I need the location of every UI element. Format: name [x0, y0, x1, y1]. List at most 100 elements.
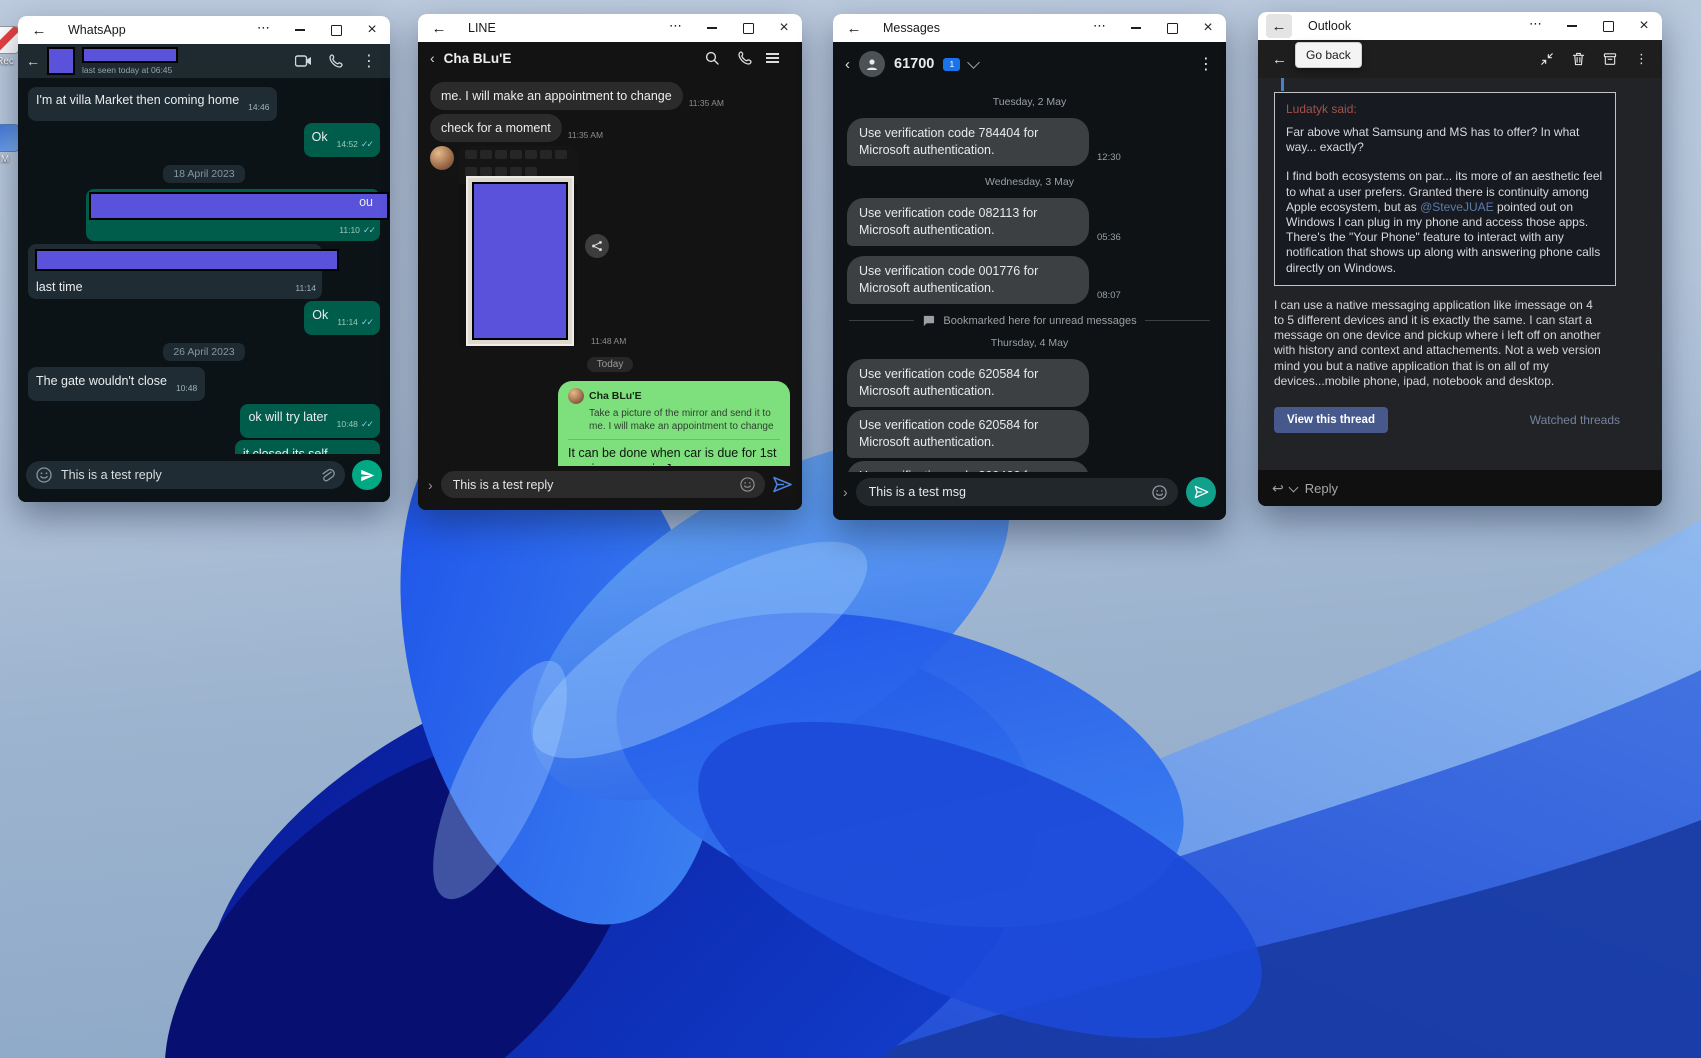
- minimize-button[interactable]: [1118, 14, 1154, 42]
- back-icon[interactable]: ←: [26, 18, 52, 42]
- person-icon[interactable]: [859, 51, 885, 77]
- message-time: 11:35 AM: [567, 130, 604, 140]
- message-input-field[interactable]: [855, 478, 1178, 506]
- send-button[interactable]: [352, 460, 382, 490]
- window-menu-button[interactable]: ⋯: [246, 16, 282, 42]
- line-composer: ›: [418, 466, 802, 510]
- back-icon[interactable]: ‹: [845, 56, 850, 73]
- chevron-down-icon[interactable]: [1288, 482, 1299, 492]
- expand-chevron-icon[interactable]: ›: [843, 484, 848, 500]
- read-ticks-icon: ✓✓: [362, 225, 376, 235]
- message-text: last time: [36, 279, 83, 294]
- back-icon[interactable]: ←: [426, 16, 452, 40]
- window-menu-button[interactable]: ⋯: [1518, 12, 1554, 38]
- message-text: Ok: [312, 307, 329, 322]
- message-time: 12:30: [1097, 152, 1121, 163]
- line-chat-header: ‹ Cha BLu'E: [418, 42, 802, 74]
- minimize-button[interactable]: [694, 14, 730, 42]
- outlook-window: ← Outlook ⋯ × Go back ← ⋮ Ludatyk said: …: [1258, 12, 1662, 506]
- message-meta: 14:46: [248, 102, 270, 112]
- back-icon[interactable]: ←: [1272, 51, 1287, 68]
- date-separator: 26 April 2023: [18, 343, 390, 361]
- contact-name: Cha BLu'E: [443, 50, 512, 66]
- messages-conversation-list: Tuesday, 2 May Use verification code 7844…: [833, 86, 1226, 472]
- contact-name: 61700: [894, 56, 935, 72]
- message-time: 05:36: [1097, 232, 1121, 243]
- message-text: The gate wouldn't close: [36, 373, 167, 388]
- reply-bar[interactable]: ↩ Reply: [1258, 470, 1662, 506]
- back-icon[interactable]: ←: [841, 16, 867, 40]
- message-text: ok will try later: [248, 410, 328, 424]
- emoji-icon[interactable]: [1152, 484, 1167, 500]
- read-ticks-icon: ✓✓: [360, 316, 374, 327]
- message-time: 11:35 AM: [688, 98, 724, 108]
- message-meta: 11:14: [295, 282, 316, 293]
- send-icon[interactable]: [773, 476, 792, 493]
- attach-icon[interactable]: [320, 468, 335, 483]
- share-button[interactable]: [585, 234, 609, 258]
- back-icon[interactable]: ←: [26, 53, 40, 69]
- date-separator: Tuesday, 2 May: [992, 96, 1067, 108]
- message-row: Use verification code 899466 for Microso…: [847, 461, 1212, 472]
- video-call-icon[interactable]: [290, 55, 316, 67]
- maximize-button[interactable]: [318, 16, 354, 44]
- archive-icon[interactable]: [1603, 52, 1617, 66]
- window-title: LINE: [468, 21, 496, 35]
- close-button[interactable]: ×: [1626, 12, 1662, 40]
- window-menu-button[interactable]: ⋯: [1082, 14, 1118, 40]
- reply-body-text: I can use a native messaging application…: [1274, 297, 1601, 388]
- kebab-menu-icon[interactable]: ⋮: [1198, 54, 1214, 74]
- minimize-button[interactable]: [1554, 12, 1590, 40]
- message-input[interactable]: [866, 484, 1144, 500]
- maximize-button[interactable]: [1590, 12, 1626, 40]
- back-icon[interactable]: ←: [1266, 14, 1292, 38]
- search-icon[interactable]: [700, 51, 724, 65]
- kebab-menu-icon[interactable]: ⋮: [1635, 51, 1648, 67]
- delete-icon[interactable]: [1572, 52, 1585, 66]
- expand-chevron-icon[interactable]: ›: [428, 477, 433, 493]
- back-icon[interactable]: ‹: [430, 50, 435, 66]
- incoming-message: Use verification code 784404 for Microso…: [847, 118, 1089, 166]
- messages-window: ← Messages ⋯ × ‹ 61700 1 ⋮ Tuesday, 2 Ma…: [833, 14, 1226, 520]
- message-row: Use verification code 082113 for Microso…: [847, 198, 1212, 246]
- collapse-icon[interactable]: [1540, 52, 1554, 66]
- view-thread-button[interactable]: View this thread: [1274, 407, 1388, 434]
- chevron-down-icon[interactable]: [967, 55, 981, 69]
- separator-line: [849, 320, 915, 321]
- message-text: it closed its self: [242, 446, 328, 455]
- photo-message[interactable]: [459, 146, 577, 348]
- close-button[interactable]: ×: [1190, 14, 1226, 42]
- watched-threads-link[interactable]: Watched threads: [1530, 413, 1620, 427]
- emoji-icon[interactable]: [740, 477, 755, 492]
- read-ticks-icon: ✓✓: [360, 138, 374, 149]
- message-input-field[interactable]: [440, 471, 765, 498]
- key-detail: [525, 166, 537, 176]
- voice-call-icon[interactable]: [323, 54, 349, 68]
- close-button[interactable]: ×: [766, 14, 802, 42]
- message-input[interactable]: [450, 476, 732, 493]
- accent-marker: [1281, 78, 1284, 91]
- maximize-button[interactable]: [1154, 14, 1190, 42]
- message-input[interactable]: [59, 467, 313, 483]
- redacted-avatar[interactable]: [47, 47, 75, 75]
- desktop: Rec M ← WhatsApp ⋯ × ← last seen today a…: [0, 0, 1701, 1058]
- user-mention-link[interactable]: @SteveJUAE: [1420, 200, 1494, 214]
- message-row: Use verification code 001776 for Microso…: [847, 256, 1212, 304]
- voice-call-icon[interactable]: [733, 51, 757, 65]
- emoji-icon[interactable]: [36, 467, 52, 483]
- quote-author: Ludatyk said:: [1286, 102, 1357, 116]
- minimize-button[interactable]: [282, 16, 318, 44]
- unread-badge: 1: [943, 57, 961, 71]
- maximize-button[interactable]: [730, 14, 766, 42]
- key-detail: [495, 166, 507, 176]
- close-button[interactable]: ×: [354, 16, 390, 44]
- kebab-menu-icon[interactable]: ⋮: [356, 51, 382, 71]
- send-button[interactable]: [1186, 477, 1216, 507]
- message-row: Use verification code 620584 for Microso…: [847, 410, 1212, 458]
- menu-icon[interactable]: [766, 53, 790, 63]
- desktop-icon-m-image: [0, 124, 19, 152]
- message-input-field[interactable]: [26, 461, 345, 489]
- bookmark-separator: Bookmarked here for unread messages: [849, 314, 1210, 327]
- window-menu-button[interactable]: ⋯: [658, 14, 694, 40]
- key-detail: [555, 150, 567, 159]
